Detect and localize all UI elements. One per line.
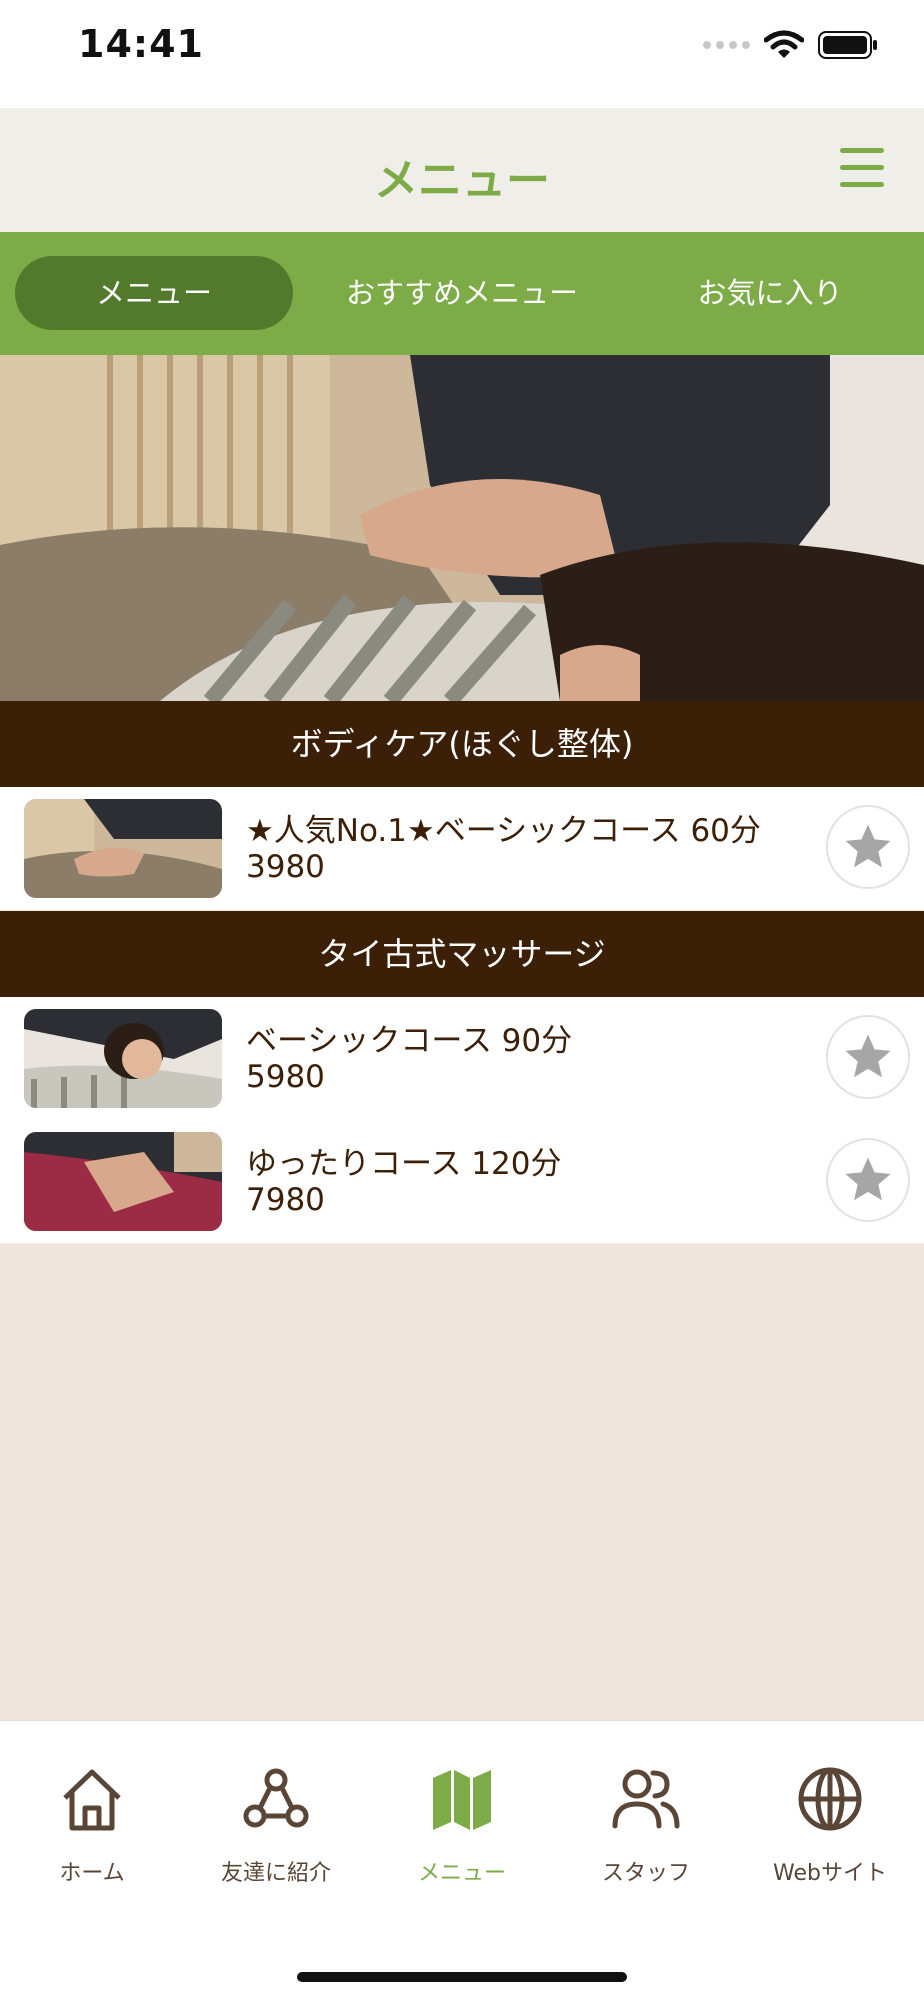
star-icon [845,1034,891,1078]
tab-favorites[interactable]: お気に入り [631,256,909,330]
tabbar-label: スタッフ [601,1861,690,1886]
item-price: 7980 [246,1182,325,1218]
favorite-star-button[interactable] [826,805,910,889]
item-thumbnail [24,1132,222,1231]
status-icons [703,30,878,60]
section-header-thai: タイ古式マッサージ [0,911,924,997]
item-price: 5980 [246,1059,325,1095]
item-title: ゆったりコース 120分 [246,1146,562,1182]
segment-tabs: メニュー おすすめメニュー お気に入り [0,232,924,355]
tabbar-item-website[interactable]: Webサイト [738,1761,922,1887]
map-icon [433,1770,491,1830]
tabbar-label: ホーム [59,1861,125,1886]
hero-image [0,355,924,701]
tab-menu[interactable]: メニュー [15,256,293,330]
star-icon [845,1157,891,1201]
item-thumbnail [24,799,222,898]
share-icon [243,1768,309,1828]
hamburger-menu-icon[interactable] [840,148,884,192]
home-icon [63,1769,121,1831]
battery-icon [818,31,877,59]
item-price: 3980 [246,849,325,885]
star-icon [845,824,891,868]
tab-recommended[interactable]: おすすめメニュー [315,256,609,330]
item-title: ★人気No.1★ベーシックコース 60分 [246,813,761,849]
tabbar-label: メニュー [417,1861,506,1886]
menu-item[interactable]: ベーシックコース 90分 5980 [0,997,924,1120]
status-time: 14:41 [78,22,204,66]
menu-item[interactable]: ゆったりコース 120分 7980 [0,1120,924,1243]
status-bar: 14:41 [0,0,924,108]
favorite-star-button[interactable] [826,1015,910,1099]
tabbar-label: Webサイト [773,1861,887,1886]
menu-item[interactable]: ★人気No.1★ベーシックコース 60分 3980 [0,787,924,910]
bottom-tab-bar: ホーム 友達に紹介 メニュー スタッフ Webサイト [0,1720,924,2001]
signal-dots-icon [703,41,750,49]
home-indicator[interactable] [297,1972,627,1982]
tabbar-label: 友達に紹介 [220,1861,331,1886]
people-icon [612,1769,680,1829]
item-title: ベーシックコース 90分 [246,1023,573,1059]
wifi-icon [764,30,804,58]
favorite-star-button[interactable] [826,1138,910,1222]
section-header-bodycare: ボディケア(ほぐし整体) [0,701,924,787]
app-header: メニュー [0,108,924,232]
tabbar-item-menu[interactable]: メニュー [370,1761,554,1887]
globe-icon [798,1767,862,1831]
tabbar-item-staff[interactable]: スタッフ [554,1761,738,1887]
tabbar-item-home[interactable]: ホーム [0,1761,184,1887]
item-thumbnail [24,1009,222,1108]
page-title: メニュー [374,155,550,206]
tabbar-item-share[interactable]: 友達に紹介 [184,1761,368,1887]
